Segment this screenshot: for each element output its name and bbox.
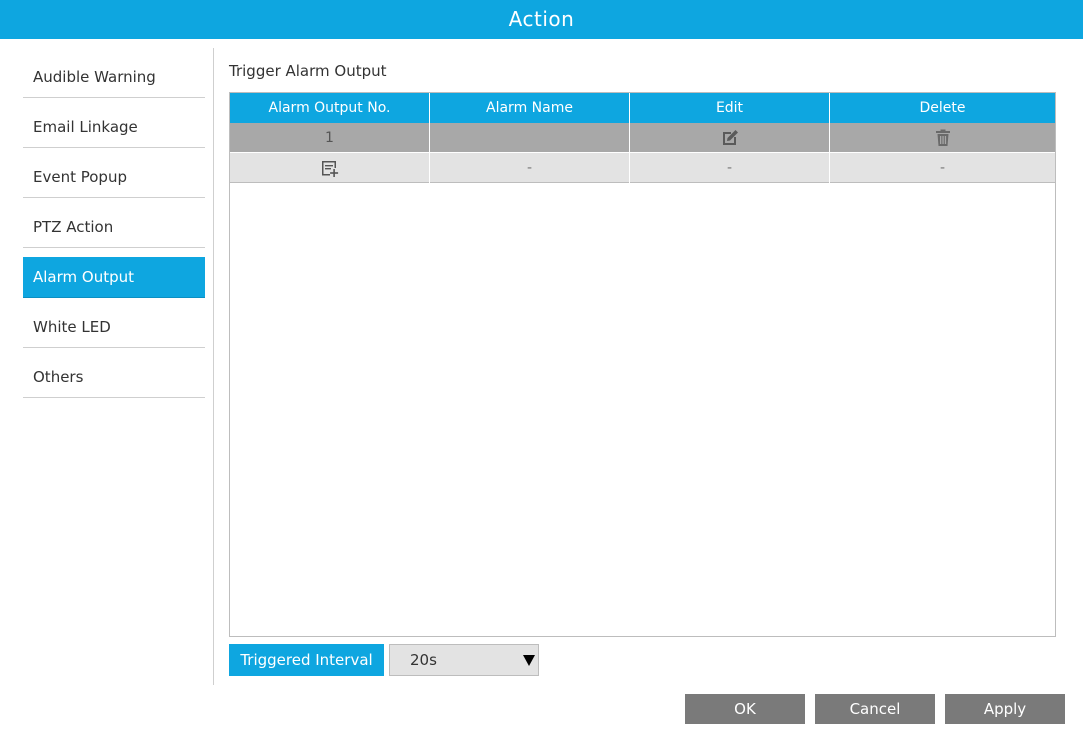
dropdown-arrow-icon: [523, 655, 535, 666]
sidebar-item-white-led[interactable]: White LED: [23, 307, 205, 348]
table-row[interactable]: 1: [230, 123, 1055, 153]
alarm-output-no-cell: 1: [230, 123, 430, 153]
ok-button[interactable]: OK: [685, 694, 805, 724]
cancel-button[interactable]: Cancel: [815, 694, 935, 724]
sidebar-item-ptz-action[interactable]: PTZ Action: [23, 207, 205, 248]
column-header-alarm-name: Alarm Name: [430, 93, 630, 123]
sidebar-item-event-popup[interactable]: Event Popup: [23, 157, 205, 198]
add-row-edit-placeholder: -: [630, 153, 830, 183]
edit-cell: [630, 123, 830, 153]
alarm-name-cell: [430, 123, 630, 153]
triggered-interval-select[interactable]: 20s: [389, 644, 539, 676]
add-row: - - -: [230, 153, 1055, 183]
sidebar: Audible Warning Email Linkage Event Popu…: [23, 57, 205, 407]
sidebar-divider: [213, 48, 214, 685]
edit-icon[interactable]: [720, 128, 740, 148]
add-row-name-placeholder: -: [430, 153, 630, 183]
add-row-icon[interactable]: [320, 158, 340, 178]
triggered-interval-label: Triggered Interval: [229, 644, 384, 676]
column-header-alarm-output-no: Alarm Output No.: [230, 93, 430, 123]
window-title: Action: [0, 0, 1083, 39]
sidebar-item-email-linkage[interactable]: Email Linkage: [23, 107, 205, 148]
sidebar-item-audible-warning[interactable]: Audible Warning: [23, 57, 205, 98]
sidebar-item-others[interactable]: Others: [23, 357, 205, 398]
add-row-delete-placeholder: -: [939, 160, 946, 176]
table-header-row: Alarm Output No. Alarm Name Edit Delete: [230, 93, 1055, 123]
column-header-delete: Delete: [919, 100, 966, 116]
delete-cell: [830, 123, 1055, 153]
alarm-output-table: Alarm Output No. Alarm Name Edit Delete …: [229, 92, 1056, 637]
triggered-interval-value: 20s: [410, 651, 437, 669]
add-cell: [230, 153, 430, 183]
column-header-edit: Edit: [630, 93, 830, 123]
sidebar-item-alarm-output[interactable]: Alarm Output: [23, 257, 205, 298]
apply-button[interactable]: Apply: [945, 694, 1065, 724]
section-title: Trigger Alarm Output: [229, 62, 387, 80]
trash-icon[interactable]: [933, 128, 953, 148]
